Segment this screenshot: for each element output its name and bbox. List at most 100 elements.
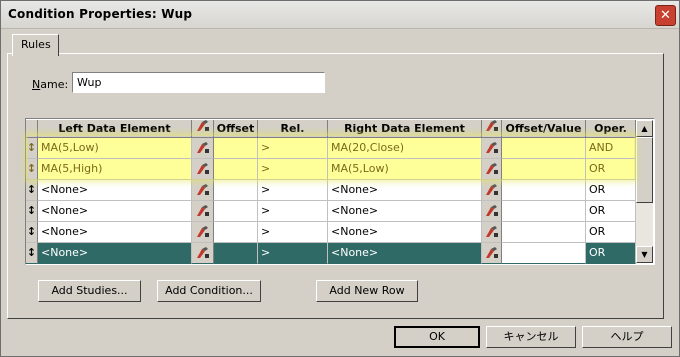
- name-label: Name:: [32, 78, 69, 91]
- right-picker-button[interactable]: [482, 201, 502, 222]
- cell-offset[interactable]: [214, 201, 258, 222]
- left-picker-button[interactable]: [192, 243, 214, 264]
- title-bar[interactable]: Condition Properties: Wup ✕: [1, 1, 679, 29]
- row-drag-handle[interactable]: ↕: [26, 222, 38, 243]
- scroll-up-button[interactable]: ▲: [636, 120, 653, 137]
- header-offset-value[interactable]: Offset/Value: [502, 120, 586, 138]
- cell-left[interactable]: <None>: [38, 201, 192, 222]
- tab-rules[interactable]: Rules: [12, 34, 59, 56]
- cell-rel[interactable]: >: [258, 222, 328, 243]
- row-drag-handle[interactable]: ↕: [26, 180, 38, 201]
- cell-right[interactable]: <None>: [328, 243, 482, 264]
- row-drag-handle[interactable]: ↕: [26, 159, 38, 180]
- cell-rel[interactable]: >: [258, 159, 328, 180]
- data-picker-icon: [196, 142, 209, 153]
- cell-offset[interactable]: [214, 243, 258, 264]
- row-drag-handle[interactable]: ↕: [26, 138, 38, 159]
- cell-rel[interactable]: >: [258, 180, 328, 201]
- cell-oper[interactable]: OR: [586, 222, 636, 243]
- vertical-scrollbar[interactable]: ▲ ▼: [636, 120, 653, 263]
- close-button[interactable]: ✕: [655, 5, 676, 26]
- data-picker-icon: [485, 184, 498, 195]
- cell-offset[interactable]: [214, 138, 258, 159]
- cell-offset-value[interactable]: [502, 138, 586, 159]
- header-right-data-element[interactable]: Right Data Element: [328, 120, 482, 138]
- scroll-down-icon: ▼: [641, 250, 648, 259]
- conditions-grid: Left Data Element Offset Rel. Right Data…: [25, 118, 655, 265]
- cell-oper[interactable]: OR: [586, 243, 636, 264]
- cell-offset-value[interactable]: [502, 159, 586, 180]
- cell-oper[interactable]: OR: [586, 180, 636, 201]
- right-picker-button[interactable]: [482, 138, 502, 159]
- close-icon: ✕: [660, 8, 671, 23]
- cell-oper[interactable]: OR: [586, 159, 636, 180]
- header-handle: [26, 120, 38, 138]
- cell-left[interactable]: <None>: [38, 243, 192, 264]
- cell-right[interactable]: <None>: [328, 222, 482, 243]
- left-picker-button[interactable]: [192, 201, 214, 222]
- name-input[interactable]: [72, 72, 325, 93]
- row-drag-handle[interactable]: ↕: [26, 243, 38, 264]
- table-row[interactable]: ↕ MA(5,High) > MA(5,Low) OR: [26, 159, 636, 180]
- cell-offset[interactable]: [214, 159, 258, 180]
- table-row[interactable]: ↕ <None> > <None> OR: [26, 180, 636, 201]
- dialog-title: Condition Properties: Wup: [8, 7, 193, 21]
- data-picker-icon: [485, 120, 498, 131]
- right-picker-button[interactable]: [482, 180, 502, 201]
- header-left-data-element[interactable]: Left Data Element: [38, 120, 192, 138]
- table-row[interactable]: ↕ <None> > <None> OR: [26, 201, 636, 222]
- add-studies-button[interactable]: Add Studies...: [38, 280, 141, 302]
- data-picker-icon: [485, 205, 498, 216]
- cell-offset-value[interactable]: [502, 222, 586, 243]
- cell-left[interactable]: <None>: [38, 222, 192, 243]
- right-picker-button[interactable]: [482, 243, 502, 264]
- data-picker-icon: [485, 163, 498, 174]
- left-picker-button[interactable]: [192, 180, 214, 201]
- cell-right[interactable]: <None>: [328, 201, 482, 222]
- right-picker-button[interactable]: [482, 222, 502, 243]
- cell-rel[interactable]: >: [258, 138, 328, 159]
- scroll-up-icon: ▲: [641, 124, 648, 133]
- table-row[interactable]: ↕ <None> > <None> OR: [26, 222, 636, 243]
- cell-right[interactable]: <None>: [328, 180, 482, 201]
- add-condition-button[interactable]: Add Condition...: [157, 280, 261, 302]
- header-right-picker: [482, 120, 502, 138]
- cell-left[interactable]: MA(5,Low): [38, 138, 192, 159]
- cell-right[interactable]: MA(5,Low): [328, 159, 482, 180]
- left-picker-button[interactable]: [192, 138, 214, 159]
- data-picker-icon: [485, 247, 498, 258]
- add-new-row-button[interactable]: Add New Row: [316, 280, 418, 302]
- cell-rel[interactable]: >: [258, 243, 328, 264]
- left-picker-button[interactable]: [192, 159, 214, 180]
- cell-offset[interactable]: [214, 180, 258, 201]
- table-row[interactable]: ↕ <None> > <None> OR: [26, 243, 636, 264]
- cell-rel[interactable]: >: [258, 201, 328, 222]
- cell-offset-value[interactable]: [502, 201, 586, 222]
- cell-oper[interactable]: AND: [586, 138, 636, 159]
- cell-oper[interactable]: OR: [586, 201, 636, 222]
- header-offset[interactable]: Offset: [214, 120, 258, 138]
- data-picker-icon: [485, 226, 498, 237]
- scroll-down-button[interactable]: ▼: [636, 246, 653, 263]
- cell-left[interactable]: <None>: [38, 180, 192, 201]
- row-drag-handle[interactable]: ↕: [26, 201, 38, 222]
- cell-offset-value[interactable]: [502, 180, 586, 201]
- cell-offset-value[interactable]: [502, 243, 586, 264]
- cell-left[interactable]: MA(5,High): [38, 159, 192, 180]
- data-picker-icon: [196, 226, 209, 237]
- left-picker-button[interactable]: [192, 222, 214, 243]
- ok-button[interactable]: OK: [394, 326, 480, 348]
- tab-rules-label: Rules: [21, 38, 51, 51]
- header-rel[interactable]: Rel.: [258, 120, 328, 138]
- data-picker-icon: [196, 184, 209, 195]
- header-oper[interactable]: Oper.: [586, 120, 636, 138]
- cancel-button[interactable]: キャンセル: [486, 326, 576, 348]
- data-picker-icon: [196, 247, 209, 258]
- help-button[interactable]: ヘルプ: [582, 326, 672, 348]
- cell-right[interactable]: MA(20,Close): [328, 138, 482, 159]
- cell-offset[interactable]: [214, 222, 258, 243]
- data-picker-icon: [196, 205, 209, 216]
- table-row[interactable]: ↕ MA(5,Low) > MA(20,Close) AND: [26, 138, 636, 159]
- scroll-thumb[interactable]: [636, 137, 653, 203]
- right-picker-button[interactable]: [482, 159, 502, 180]
